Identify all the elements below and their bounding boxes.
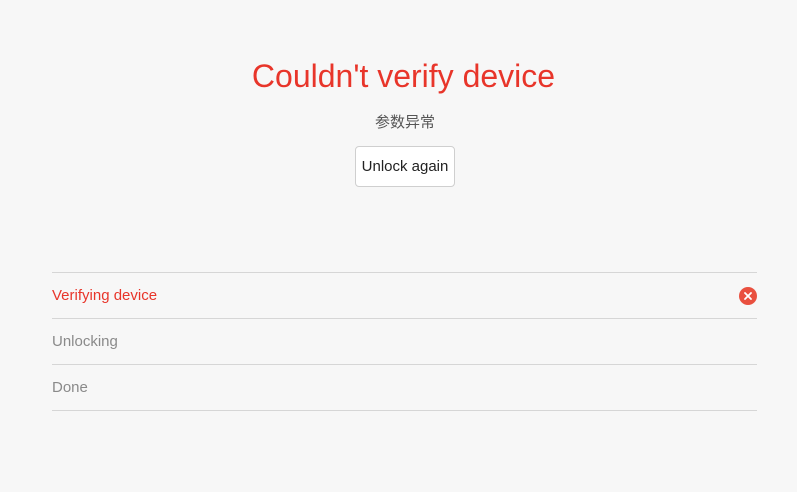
step-label: Verifying device — [52, 287, 158, 304]
step-done: Done — [52, 365, 757, 411]
page-title: Couldn't verify device — [251, 58, 556, 94]
error-message: 参数异常 — [374, 114, 435, 131]
close-circle-icon — [739, 286, 757, 305]
unlock-again-button[interactable]: Unlock again — [355, 146, 455, 187]
step-unlocking: Unlocking — [52, 319, 757, 365]
step-verifying-device: Verifying device — [52, 273, 757, 319]
step-label: Done — [52, 379, 88, 396]
step-label: Unlocking — [52, 333, 118, 350]
progress-steps: Verifying device Unlocking Done — [52, 272, 757, 411]
